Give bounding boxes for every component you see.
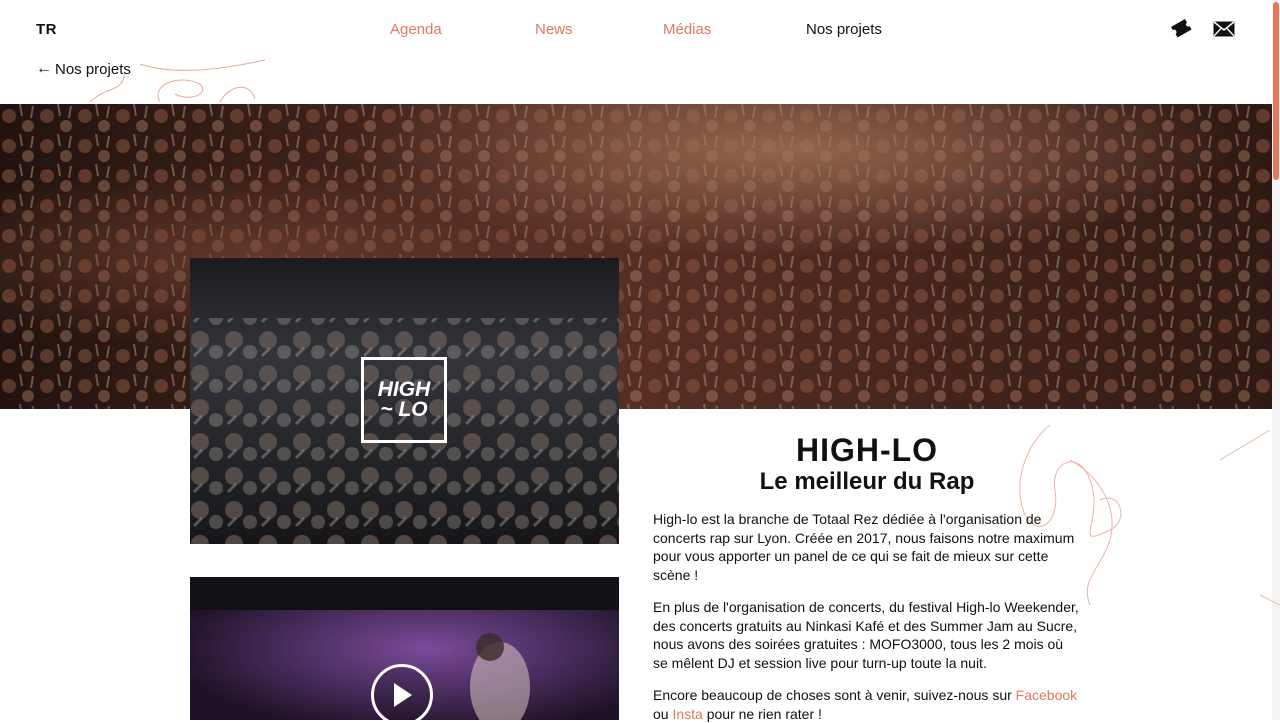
nav-news[interactable]: News: [535, 21, 573, 38]
project-photo: HIGH ~ LO: [190, 258, 619, 544]
project-paragraph-2: En plus de l'organisation de concerts, d…: [653, 599, 1079, 672]
envelope-icon[interactable]: [1211, 18, 1237, 40]
project-title: HIGH-LO: [795, 432, 939, 468]
arrow-left-icon: ←: [36, 60, 52, 77]
video-player[interactable]: [190, 577, 619, 720]
high-lo-logo-line2: ~ LO: [380, 398, 428, 421]
nav-nos-projets[interactable]: Nos projets: [806, 21, 882, 38]
insta-link[interactable]: Insta: [672, 706, 702, 722]
play-icon[interactable]: [371, 664, 433, 720]
back-to-projects-link[interactable]: ← Nos projets: [36, 60, 131, 78]
paragraph-3-suffix: pour ne rien rater !: [702, 705, 822, 722]
paragraph-3-prefix: Encore beaucoup de choses sont à venir, …: [653, 687, 1016, 703]
project-subtitle: Le meilleur du Rap: [759, 468, 975, 495]
high-lo-logo: HIGH ~ LO: [361, 357, 447, 443]
paragraph-3-line2-prefix: ou: [653, 705, 673, 722]
site-header: TR Agenda News Médias Nos projets ← Nos …: [0, 0, 1272, 104]
nav-medias[interactable]: Médias: [663, 21, 711, 38]
nav-agenda[interactable]: Agenda: [390, 21, 442, 38]
back-link-label: Nos projets: [55, 60, 131, 78]
project-paragraph-1: High-lo est la branche de Totaal Rez déd…: [653, 511, 1075, 584]
video-top-bar: [190, 577, 619, 610]
scrollbar-thumb[interactable]: [1273, 2, 1279, 180]
facebook-link[interactable]: Facebook: [1016, 687, 1077, 703]
ticket-icon[interactable]: [1168, 18, 1194, 40]
project-paragraph-3: Encore beaucoup de choses sont à venir, …: [653, 686, 1081, 723]
site-logo[interactable]: TR: [36, 21, 57, 38]
page-scrollbar[interactable]: [1272, 0, 1280, 720]
high-lo-logo-line1: HIGH: [377, 378, 431, 401]
